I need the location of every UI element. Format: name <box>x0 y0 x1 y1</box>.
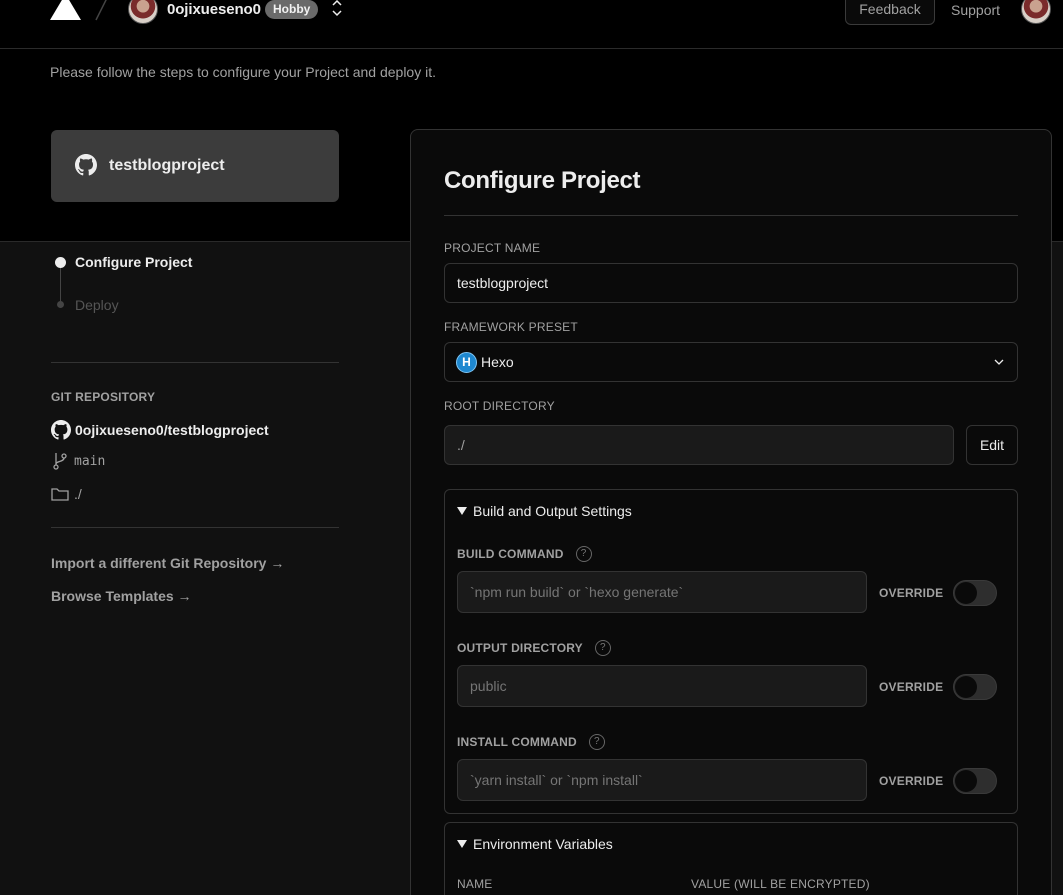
step-indicator <box>57 301 64 308</box>
import-git-repo-link[interactable]: Import a different Git Repository → <box>51 555 284 571</box>
folder-icon <box>51 488 69 501</box>
install-override-toggle[interactable] <box>953 768 997 794</box>
feedback-button[interactable]: Feedback <box>845 0 935 25</box>
env-name-column-label: NAME <box>457 877 493 891</box>
environment-variables-toggle[interactable]: Environment Variables <box>457 836 613 852</box>
hexo-icon: H <box>456 352 477 373</box>
vercel-logo-icon[interactable] <box>50 0 81 20</box>
team-name[interactable]: 0ojixueseno0 <box>167 1 261 18</box>
build-command-label-row: BUILD COMMAND ? <box>457 546 592 562</box>
step-indicator-active <box>55 257 66 268</box>
build-output-settings-toggle[interactable]: Build and Output Settings <box>457 503 632 519</box>
project-name-label: PROJECT NAME <box>444 241 541 255</box>
git-branch-name: main <box>74 453 106 469</box>
root-directory-input: ./ <box>444 425 954 465</box>
help-icon[interactable]: ? <box>575 546 592 562</box>
install-command-label: INSTALL COMMAND <box>457 735 577 749</box>
toggle-knob <box>955 582 977 604</box>
step-deploy: Deploy <box>75 297 119 313</box>
github-icon <box>51 420 71 440</box>
framework-preset-label: FRAMEWORK PRESET <box>444 320 578 334</box>
github-icon <box>75 154 97 176</box>
step-configure-project: Configure Project <box>75 254 193 270</box>
sidebar-divider <box>51 527 339 528</box>
root-directory-label: ROOT DIRECTORY <box>444 399 555 413</box>
chevron-up-down-icon[interactable] <box>330 0 344 18</box>
toggle-knob <box>955 676 977 698</box>
install-command-input[interactable] <box>457 759 867 801</box>
output-override-label: OVERRIDE <box>879 680 944 694</box>
toggle-knob <box>955 770 977 792</box>
output-directory-label-row: OUTPUT DIRECTORY ? <box>457 640 611 656</box>
build-override-toggle[interactable] <box>953 580 997 606</box>
slash-separator-icon <box>95 0 107 21</box>
git-repo-row[interactable]: 0ojixueseno0/testblogproject <box>51 420 269 440</box>
output-directory-input[interactable] <box>457 665 867 707</box>
output-directory-label: OUTPUT DIRECTORY <box>457 641 583 655</box>
install-override-label: OVERRIDE <box>879 774 944 788</box>
output-override-toggle[interactable] <box>953 674 997 700</box>
help-icon[interactable]: ? <box>588 734 605 750</box>
repo-card-name: testblogproject <box>109 157 225 174</box>
title-divider <box>444 215 1018 216</box>
configure-title: Configure Project <box>444 167 641 194</box>
git-repository-heading: GIT REPOSITORY <box>51 390 156 404</box>
browse-templates-link[interactable]: Browse Templates → <box>51 588 192 604</box>
sidebar-divider <box>51 362 339 363</box>
plan-badge: Hobby <box>265 0 319 19</box>
git-branch-row: main <box>51 451 105 471</box>
build-output-settings-title: Build and Output Settings <box>473 503 632 519</box>
git-branch-icon <box>53 453 67 470</box>
git-directory-row: ./ <box>51 484 82 504</box>
build-command-label: BUILD COMMAND <box>457 547 564 561</box>
framework-preset-select[interactable]: H Hexo <box>444 342 1018 382</box>
framework-preset-value: Hexo <box>481 354 514 370</box>
caret-down-icon <box>457 507 467 515</box>
build-override-label: OVERRIDE <box>879 586 944 600</box>
environment-variables-title: Environment Variables <box>473 836 613 852</box>
step-connector <box>60 265 61 305</box>
chevron-down-icon <box>994 359 1004 365</box>
page-subtitle: Please follow the steps to configure you… <box>50 64 436 80</box>
install-command-label-row: INSTALL COMMAND ? <box>457 734 605 750</box>
edit-root-directory-button[interactable]: Edit <box>966 425 1018 465</box>
build-command-input[interactable] <box>457 571 867 613</box>
git-directory: ./ <box>74 486 82 502</box>
env-value-column-label: VALUE (WILL BE ENCRYPTED) <box>691 877 870 891</box>
help-icon[interactable]: ? <box>594 640 611 656</box>
repo-card: testblogproject <box>51 130 339 202</box>
project-name-input[interactable]: testblogproject <box>444 263 1018 303</box>
support-link[interactable]: Support <box>951 2 1000 18</box>
caret-down-icon <box>457 840 467 848</box>
git-repo-name: 0ojixueseno0/testblogproject <box>75 422 269 438</box>
